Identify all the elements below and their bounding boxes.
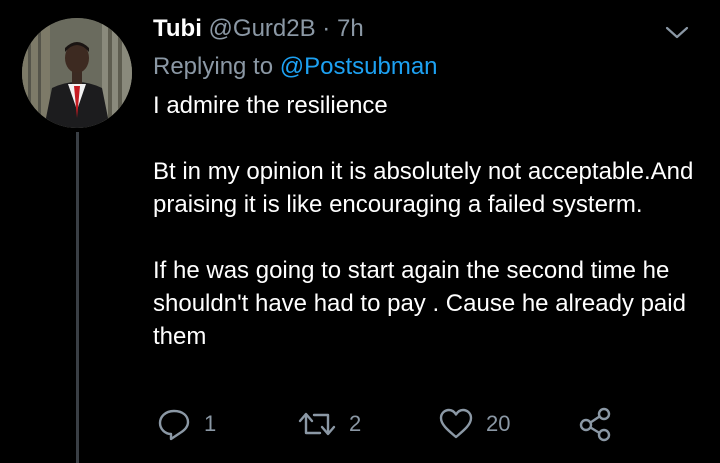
mention-link[interactable]: @Postsubman (280, 53, 438, 80)
chevron-down-icon (665, 26, 689, 39)
replying-to: Replying to @Postsubman (153, 52, 438, 82)
more-options-button[interactable] (662, 22, 692, 44)
share-icon (579, 407, 611, 442)
author-name[interactable]: Tubi (153, 15, 202, 42)
tweet[interactable]: Tubi @Gurd2B · 7h Replying to @Postsubma… (0, 0, 720, 463)
like-button[interactable]: 20 (438, 404, 510, 444)
tweet-body: I admire the resilience Bt in my opinion… (153, 89, 713, 353)
retweet-icon (298, 412, 336, 436)
retweet-count: 2 (349, 411, 362, 436)
tweet-header: Tubi @Gurd2B · 7h (153, 14, 364, 44)
retweet-button[interactable]: 2 (297, 404, 361, 444)
heart-icon (439, 408, 473, 439)
author-handle[interactable]: @Gurd2B (209, 15, 316, 42)
reply-button[interactable]: 1 (156, 404, 216, 444)
timestamp[interactable]: 7h (337, 15, 364, 42)
profile-photo-icon (22, 18, 132, 128)
avatar[interactable] (22, 18, 132, 128)
replying-prefix: Replying to (153, 53, 280, 80)
tweet-paragraph: If he was going to start again the secon… (153, 257, 686, 350)
like-count: 20 (486, 411, 511, 436)
action-bar: 1 2 20 (0, 404, 720, 444)
reply-count: 1 (204, 411, 217, 436)
tweet-paragraph: I admire the resilience (153, 92, 388, 119)
separator-dot: · (322, 15, 331, 42)
reply-icon (158, 409, 190, 441)
tweet-paragraph: Bt in my opinion it is absolutely not ac… (153, 158, 694, 218)
share-button[interactable] (578, 404, 612, 444)
